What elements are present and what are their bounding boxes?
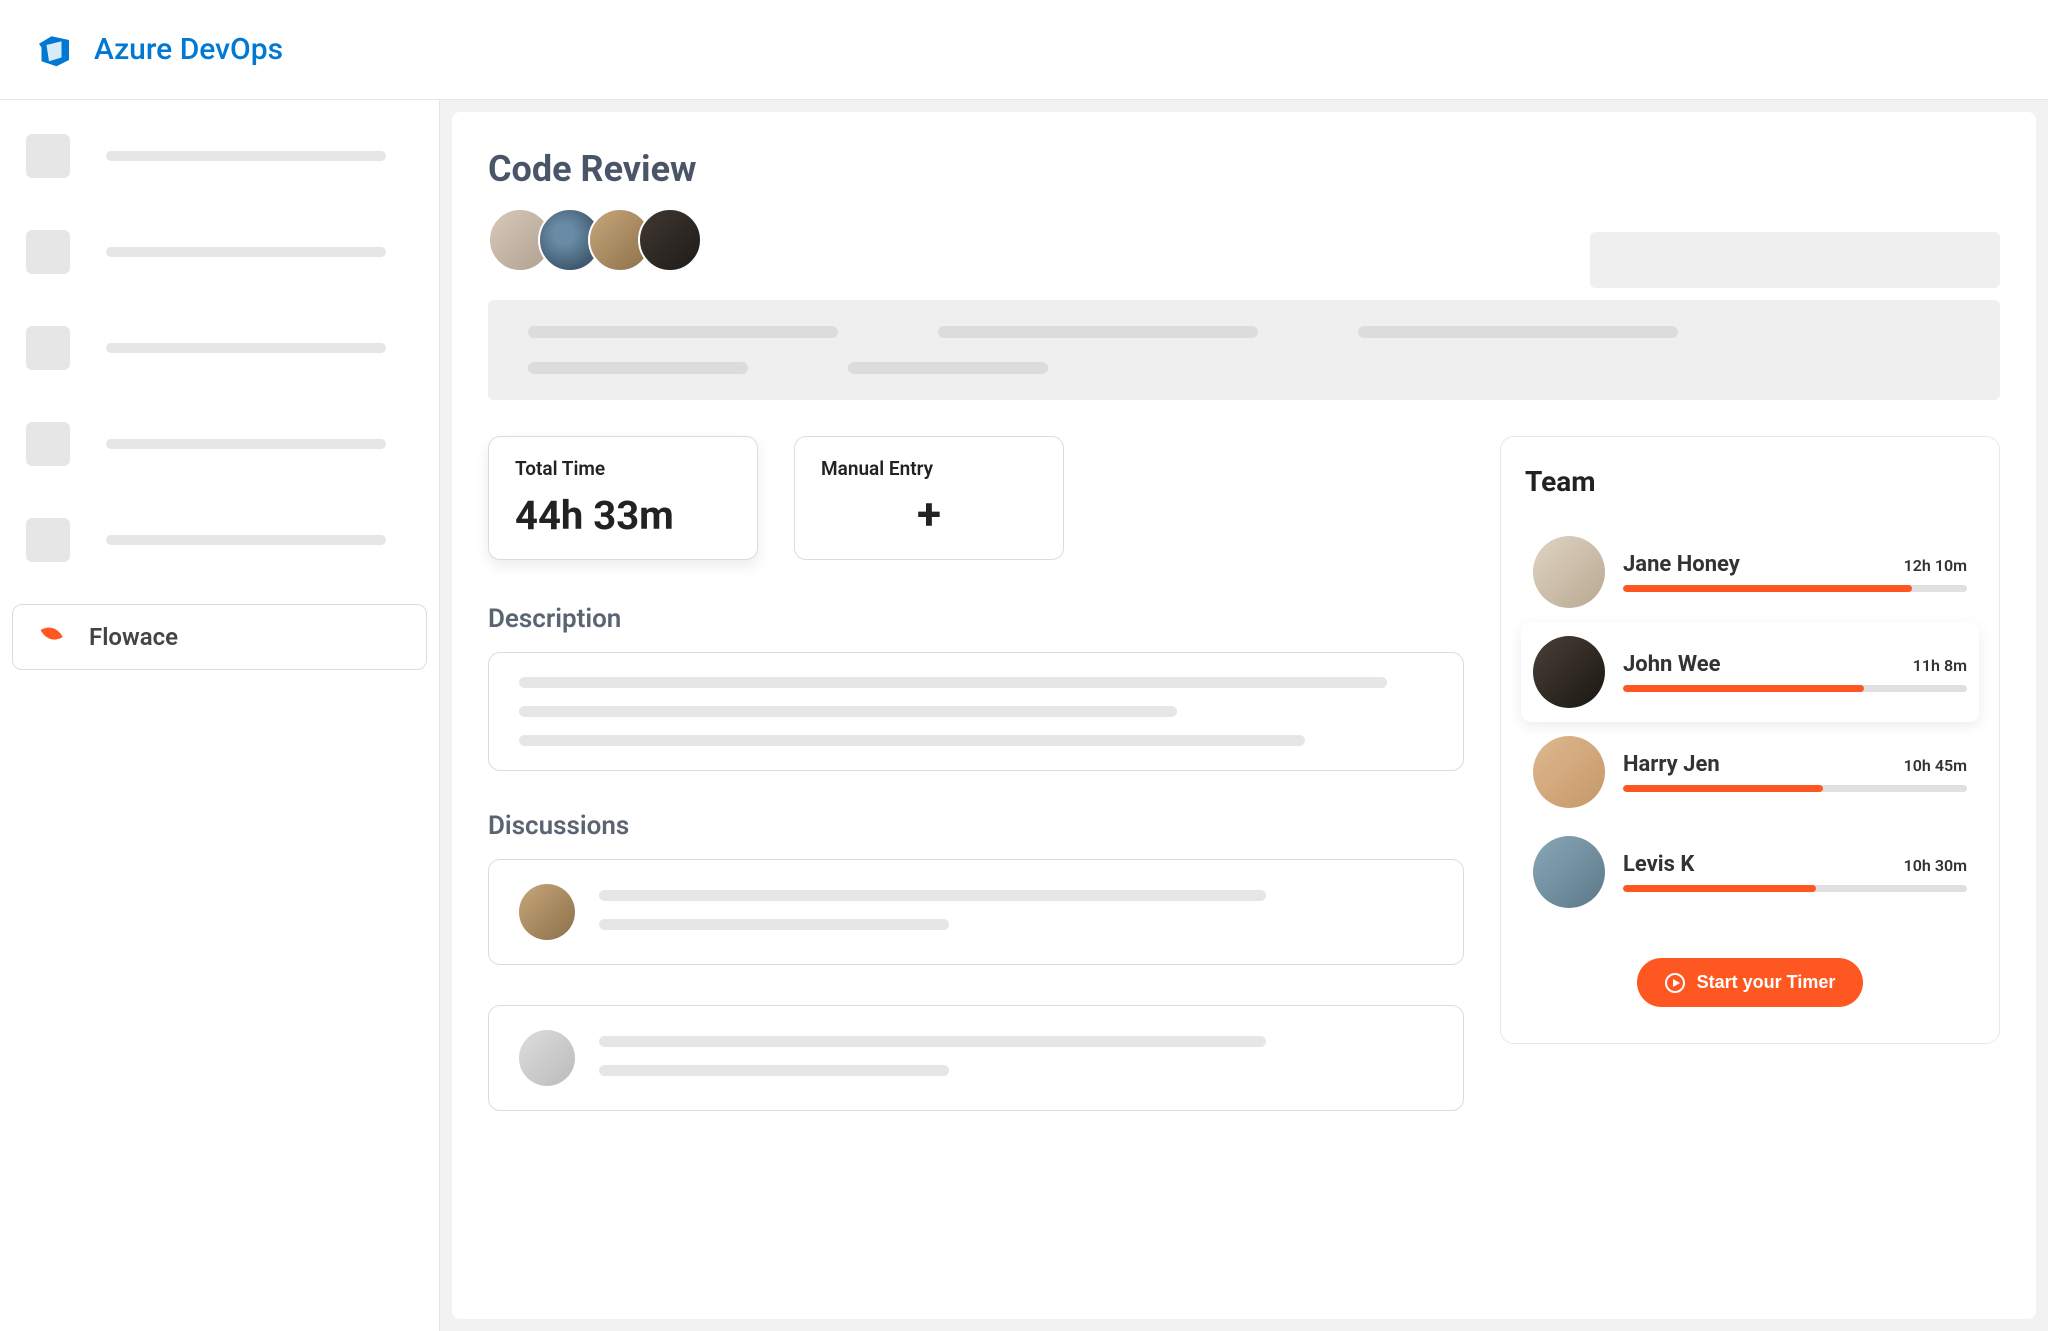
discussion-item[interactable]	[488, 1005, 1464, 1111]
brand-name: Azure DevOps	[94, 32, 283, 67]
avatar	[519, 1030, 575, 1086]
team-member[interactable]: John Wee 11h 8m	[1521, 622, 1979, 722]
app-header: Azure DevOps	[0, 0, 2048, 100]
layout: Flowace Code Review	[0, 100, 2048, 1331]
nav-label-placeholder	[106, 343, 386, 353]
progress-bar	[1623, 785, 1967, 792]
sidebar-item-flowace[interactable]: Flowace	[12, 604, 427, 670]
content-card: Code Review Total Time	[452, 112, 2036, 1319]
avatar	[1533, 836, 1605, 908]
avatar	[1533, 636, 1605, 708]
avatar	[1533, 736, 1605, 808]
flowace-logo-icon	[37, 623, 65, 651]
sidebar-item-placeholder[interactable]	[12, 412, 427, 476]
nav-icon-placeholder	[26, 518, 70, 562]
sidebar-item-placeholder[interactable]	[12, 220, 427, 284]
stat-row: Total Time 44h 33m Manual Entry +	[488, 436, 1464, 560]
text-placeholder	[599, 890, 1266, 901]
nav-icon-placeholder	[26, 134, 70, 178]
page-title: Code Review	[488, 148, 2000, 190]
team-member-time: 11h 8m	[1913, 656, 1967, 675]
meta-line-placeholder	[528, 326, 838, 338]
team-member-name: Levis K	[1623, 852, 1694, 877]
team-heading: Team	[1521, 465, 1979, 498]
azure-devops-logo-icon	[30, 26, 78, 74]
team-member-name: Jane Honey	[1623, 552, 1740, 577]
team-member[interactable]: Levis K 10h 30m	[1521, 822, 1979, 922]
meta-line-placeholder	[938, 326, 1258, 338]
nav-icon-placeholder	[26, 326, 70, 370]
progress-bar	[1623, 885, 1967, 892]
nav-label-placeholder	[106, 151, 386, 161]
sidebar-item-placeholder[interactable]	[12, 316, 427, 380]
sidebar-item-placeholder[interactable]	[12, 508, 427, 572]
content-columns: Total Time 44h 33m Manual Entry + Descri…	[488, 436, 2000, 1151]
total-time-label: Total Time	[515, 457, 731, 480]
meta-line-placeholder	[528, 362, 748, 374]
progress-bar	[1623, 585, 1967, 592]
manual-entry-card[interactable]: Manual Entry +	[794, 436, 1064, 560]
progress-fill	[1623, 785, 1823, 792]
start-timer-button[interactable]: Start your Timer	[1637, 958, 1864, 1007]
sidebar-item-label: Flowace	[89, 623, 178, 651]
progress-fill	[1623, 585, 1912, 592]
team-member-name: Harry Jen	[1623, 752, 1720, 777]
description-heading: Description	[488, 604, 1464, 634]
sidebar: Flowace	[0, 100, 440, 1331]
team-member[interactable]: Harry Jen 10h 45m	[1521, 722, 1979, 822]
left-column: Total Time 44h 33m Manual Entry + Descri…	[488, 436, 1464, 1151]
avatar	[1533, 536, 1605, 608]
text-placeholder	[519, 706, 1177, 717]
sidebar-item-placeholder[interactable]	[12, 124, 427, 188]
discussion-item[interactable]	[488, 859, 1464, 965]
main: Code Review Total Time	[440, 100, 2048, 1331]
plus-icon: +	[821, 492, 1037, 536]
description-box[interactable]	[488, 652, 1464, 771]
team-member-name: John Wee	[1623, 652, 1721, 677]
text-placeholder	[599, 919, 949, 930]
meta-block	[488, 300, 2000, 400]
start-timer-label: Start your Timer	[1697, 972, 1836, 993]
progress-bar	[1623, 685, 1967, 692]
text-placeholder	[519, 677, 1387, 688]
progress-fill	[1623, 885, 1816, 892]
avatar	[519, 884, 575, 940]
text-placeholder	[599, 1065, 949, 1076]
manual-entry-label: Manual Entry	[821, 457, 1037, 480]
team-member-time: 10h 45m	[1904, 756, 1967, 775]
team-member-time: 10h 30m	[1904, 856, 1967, 875]
nav-icon-placeholder	[26, 230, 70, 274]
meta-line-placeholder	[1358, 326, 1678, 338]
total-time-value: 44h 33m	[515, 492, 731, 539]
progress-fill	[1623, 685, 1864, 692]
discussions-heading: Discussions	[488, 811, 1464, 841]
meta-line-placeholder	[848, 362, 1048, 374]
team-member[interactable]: Jane Honey 12h 10m	[1521, 522, 1979, 622]
action-placeholder[interactable]	[1590, 232, 2000, 288]
avatar[interactable]	[638, 208, 702, 272]
nav-label-placeholder	[106, 535, 386, 545]
right-column: Team Jane Honey 12h 10m	[1500, 436, 2000, 1151]
team-member-time: 12h 10m	[1904, 556, 1967, 575]
nav-label-placeholder	[106, 439, 386, 449]
nav-icon-placeholder	[26, 422, 70, 466]
nav-label-placeholder	[106, 247, 386, 257]
text-placeholder	[519, 735, 1305, 746]
play-icon	[1665, 973, 1685, 993]
text-placeholder	[599, 1036, 1266, 1047]
total-time-card: Total Time 44h 33m	[488, 436, 758, 560]
team-card: Team Jane Honey 12h 10m	[1500, 436, 2000, 1044]
